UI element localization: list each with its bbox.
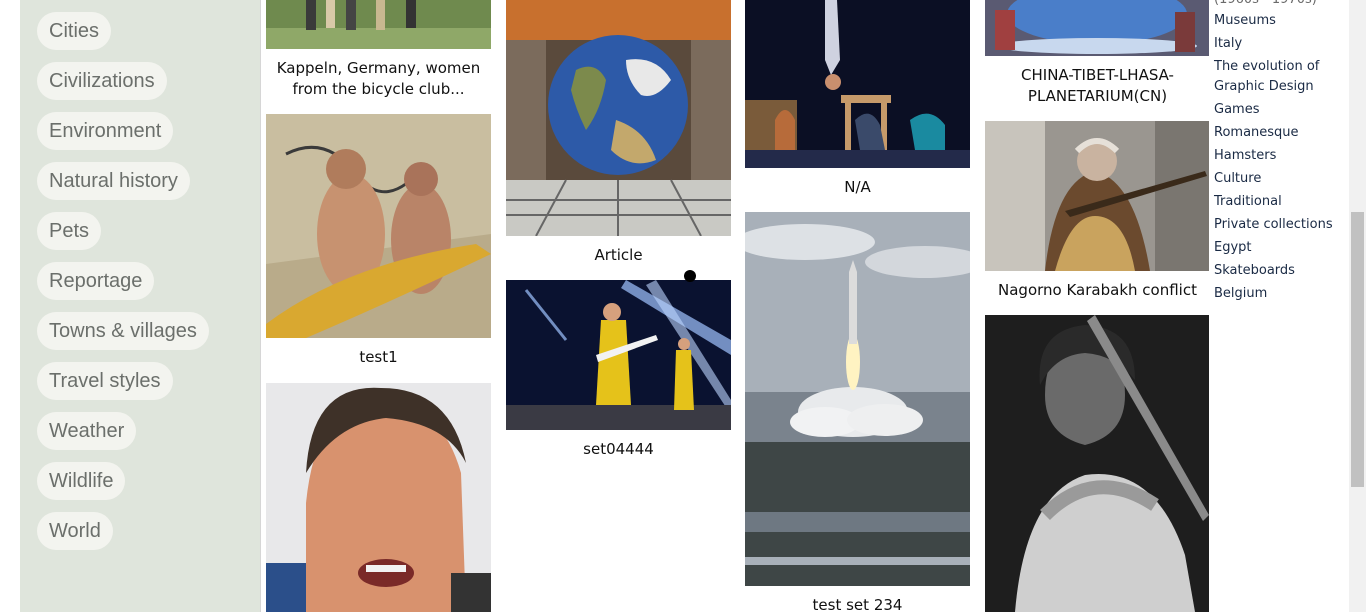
tag-link[interactable]: Italy — [1214, 34, 1344, 54]
category-chip-reportage[interactable]: Reportage — [37, 262, 155, 300]
photo-thumbnail[interactable] — [985, 0, 1210, 56]
photo-thumbnail[interactable] — [745, 212, 970, 586]
sidebar-divider — [260, 0, 261, 612]
category-chip-towns-villages[interactable]: Towns & villages — [37, 312, 209, 350]
category-chip-world[interactable]: World — [37, 512, 113, 550]
photo-caption: Article — [594, 246, 643, 264]
tag-link[interactable]: Games — [1214, 100, 1344, 120]
category-chip-natural-history[interactable]: Natural history — [37, 162, 190, 200]
photo-caption: set04444 — [583, 440, 654, 458]
photo-caption: Nagorno Karabakh conflict — [998, 281, 1197, 299]
gallery-column: Kappeln, Germany, women from the bicycle… — [266, 0, 491, 612]
photo-caption: test1 — [359, 348, 398, 366]
gallery-column: CHINA-TIBET-LHASA-PLANETARIUM(CN) Nagorn… — [985, 0, 1210, 612]
photo-thumbnail[interactable] — [745, 0, 970, 168]
photo-thumbnail[interactable] — [506, 280, 731, 430]
tag-link[interactable]: Culture — [1214, 169, 1344, 189]
category-chip-civilizations[interactable]: Civilizations — [37, 62, 167, 100]
category-chip-pets[interactable]: Pets — [37, 212, 102, 250]
gallery-column: N/A test set 234 — [745, 0, 970, 614]
category-chip-wildlife[interactable]: Wildlife — [37, 462, 126, 500]
tag-link[interactable]: Traditional — [1214, 192, 1344, 212]
photo-thumbnail[interactable] — [985, 315, 1210, 612]
photo-caption: N/A — [844, 178, 871, 196]
gallery-column: Article set04444 — [506, 0, 731, 612]
tag-link[interactable]: Private collections — [1214, 215, 1344, 235]
tag-link-cut[interactable]: (1960s - 1970s) — [1214, 0, 1344, 10]
photo-thumbnail[interactable] — [985, 121, 1210, 271]
category-chip-weather[interactable]: Weather — [37, 412, 137, 450]
photo-thumbnail[interactable] — [506, 0, 731, 236]
photo-thumbnail[interactable] — [266, 0, 491, 49]
mouse-cursor-icon — [684, 270, 696, 282]
category-sidebar: Cities Civilizations Environment Natural… — [20, 0, 260, 612]
tag-link[interactable]: Romanesque — [1214, 123, 1344, 143]
category-chip-environment[interactable]: Environment — [37, 112, 174, 150]
scrollbar-thumb[interactable] — [1351, 212, 1364, 487]
tag-link[interactable]: Egypt — [1214, 238, 1344, 258]
tag-link[interactable]: The evolution of Graphic Design — [1214, 57, 1344, 97]
category-chip-cities[interactable]: Cities — [37, 12, 112, 50]
tag-link[interactable]: Skateboards — [1214, 261, 1344, 281]
tag-link[interactable]: Museums — [1214, 11, 1344, 31]
photo-caption: CHINA-TIBET-LHASA-PLANETARIUM(CN) — [1021, 66, 1174, 105]
photo-caption: Kappeln, Germany, women from the bicycle… — [276, 59, 481, 98]
category-chip-travel-styles[interactable]: Travel styles — [37, 362, 173, 400]
tag-link[interactable]: Belgium — [1214, 284, 1344, 304]
photo-thumbnail[interactable] — [266, 383, 491, 612]
photo-caption: test set 234 — [812, 596, 903, 614]
tag-link[interactable]: Hamsters — [1214, 146, 1344, 166]
photo-thumbnail[interactable] — [266, 114, 491, 338]
